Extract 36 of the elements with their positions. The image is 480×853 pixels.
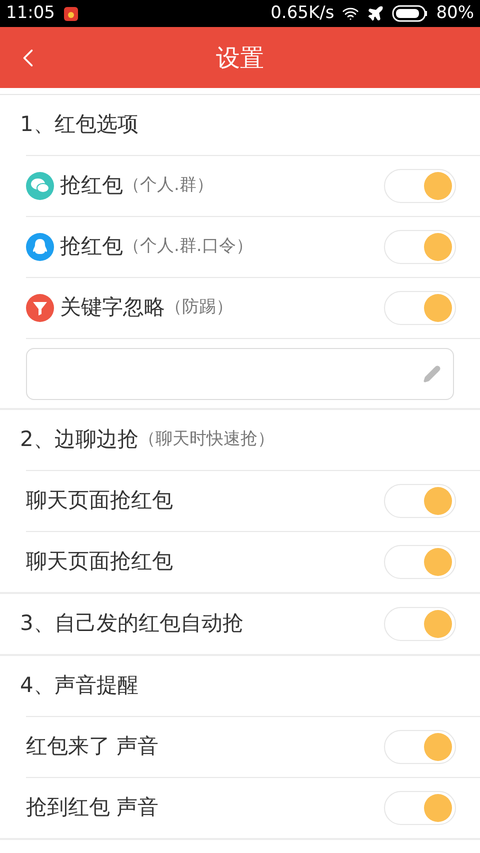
section-title: 1、红包选项: [20, 111, 138, 138]
section-title: 4、声音提醒: [20, 672, 138, 700]
option-label: 聊天页面抢红包: [26, 487, 173, 514]
toggle-switch[interactable]: [384, 791, 456, 825]
wifi-icon: [342, 5, 360, 22]
battery-icon: [392, 5, 428, 22]
section-note: （聊天时快速抢）: [138, 428, 274, 452]
filter-icon: [26, 294, 54, 322]
clock: 11:05: [6, 2, 55, 25]
network-speed: 0.65K/s: [270, 2, 334, 25]
penguin-icon: [26, 233, 54, 261]
app-icon: [63, 6, 79, 22]
option-note: （个人.群）: [123, 174, 214, 198]
option-note: （个人.群.口令）: [123, 235, 253, 258]
keyword-field[interactable]: [26, 348, 454, 400]
option-label: 聊天页面抢红包: [26, 548, 173, 576]
battery-level: 80%: [436, 2, 474, 25]
toggle-switch[interactable]: [384, 484, 456, 518]
section-title: 3、自己发的红包自动抢: [20, 610, 244, 638]
toggle-switch[interactable]: [384, 607, 456, 641]
edit-icon: [423, 364, 441, 382]
toggle-switch[interactable]: [384, 291, 456, 325]
option-label: 抢到红包 声音: [26, 794, 159, 822]
option-note: （防踢）: [165, 296, 233, 320]
chat-icon: [26, 172, 54, 200]
option-label: 抢红包: [60, 233, 123, 260]
option-label: 红包来了 声音: [26, 733, 159, 760]
toggle-switch[interactable]: [384, 169, 456, 203]
toggle-switch[interactable]: [384, 230, 456, 264]
page-title: 设置: [216, 42, 264, 74]
airplane-icon: [367, 5, 384, 22]
section-title: 2、边聊边抢: [20, 426, 138, 454]
toggle-switch[interactable]: [384, 545, 456, 579]
toggle-switch[interactable]: [384, 730, 456, 764]
option-label: 关键字忽略: [60, 294, 165, 322]
option-label: 抢红包: [60, 172, 123, 200]
